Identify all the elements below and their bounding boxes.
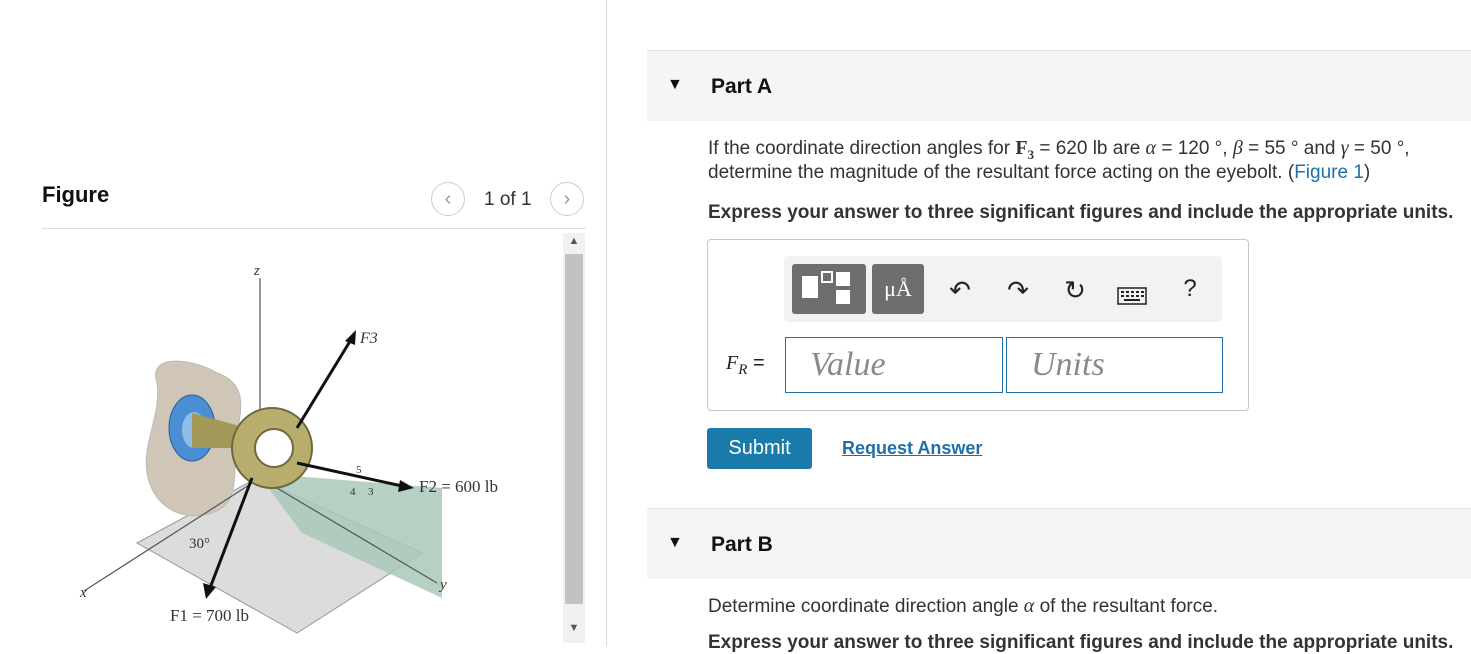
- force-symbol: F: [1015, 137, 1028, 159]
- redo-icon[interactable]: ↷: [1003, 275, 1033, 306]
- part-b-question: Determine coordinate direction angle α o…: [708, 593, 1218, 620]
- part-b-title: Part B: [711, 533, 773, 556]
- answer-label: FR =: [726, 352, 765, 379]
- y-axis-label: y: [438, 577, 447, 593]
- next-figure-button[interactable]: ›: [550, 182, 584, 216]
- alpha-symbol: α: [1023, 595, 1035, 617]
- previous-figure-button[interactable]: ‹: [431, 182, 465, 216]
- question-text: and: [1303, 138, 1336, 159]
- alpha-symbol: α: [1145, 137, 1157, 159]
- templates-button[interactable]: [792, 264, 866, 314]
- part-a-question-line2: determine the magnitude of the resultant…: [708, 160, 1370, 186]
- answer-sub: R: [738, 362, 748, 378]
- figure-divider: [42, 228, 586, 229]
- alpha-value: = 120 °,: [1161, 138, 1228, 159]
- question-text: If the coordinate direction angles for: [708, 138, 1011, 159]
- gamma-value: = 50 °,: [1353, 138, 1410, 159]
- figure-scrollbar-thumb[interactable]: [565, 254, 583, 604]
- scroll-up-icon[interactable]: ▲: [565, 235, 583, 251]
- x-axis-label: x: [79, 585, 87, 601]
- part-a-header[interactable]: ▼ Part A: [647, 50, 1471, 121]
- beta-symbol: β: [1232, 137, 1243, 159]
- templates-icon: [802, 271, 850, 304]
- angle-label: 30°: [189, 536, 210, 552]
- question-text: Determine coordinate direction angle: [708, 596, 1019, 617]
- collapse-caret-icon[interactable]: ▼: [667, 534, 683, 552]
- figure-link[interactable]: Figure 1: [1294, 162, 1364, 183]
- part-b-header[interactable]: ▼ Part B: [647, 508, 1471, 579]
- f1-label: F1 = 700 lb: [170, 606, 249, 625]
- answer-eq: =: [752, 352, 765, 374]
- reset-icon[interactable]: ↻: [1060, 275, 1090, 306]
- slope-hyp-label: 5: [356, 464, 362, 476]
- chevron-left-icon: ‹: [444, 187, 452, 210]
- request-answer-link[interactable]: Request Answer: [842, 438, 982, 459]
- question-text: of the resultant force.: [1039, 596, 1219, 617]
- slope-run-label: 4: [350, 486, 356, 498]
- units-input[interactable]: Units: [1006, 337, 1223, 393]
- keyboard-icon[interactable]: [1117, 281, 1147, 312]
- f2-label: F2 = 600 lb: [419, 477, 498, 496]
- submit-button[interactable]: Submit: [707, 428, 812, 469]
- keyboard-glyph: [1117, 287, 1147, 305]
- figure-page-indicator: 1 of 1: [484, 189, 532, 210]
- gamma-symbol: γ: [1340, 137, 1349, 159]
- slope-rise-label: 3: [368, 486, 374, 498]
- value-input[interactable]: Value: [785, 337, 1003, 393]
- part-a-instructions: Express your answer to three significant…: [708, 202, 1454, 223]
- help-button[interactable]: ?: [1175, 275, 1205, 303]
- chevron-right-icon: ›: [563, 187, 571, 210]
- f3-label: F3: [359, 330, 378, 347]
- beta-value: = 55 °: [1248, 138, 1299, 159]
- undo-icon[interactable]: ↶: [945, 275, 975, 306]
- figure-title: Figure: [42, 182, 110, 207]
- question-text: ): [1363, 162, 1371, 183]
- scroll-down-icon[interactable]: ▼: [565, 622, 583, 638]
- part-a-title: Part A: [711, 75, 773, 98]
- z-axis-label: z: [253, 263, 260, 279]
- collapse-caret-icon[interactable]: ▼: [667, 76, 683, 94]
- pane-divider: [606, 0, 607, 646]
- force-magnitude: = 620 lb: [1039, 138, 1108, 159]
- answer-var: F: [726, 352, 739, 374]
- part-b-instructions: Express your answer to three significant…: [708, 632, 1454, 653]
- question-text: determine the magnitude of the resultant…: [708, 162, 1295, 183]
- eyebolt-force-diagram: z x y F3 F2 = 600 lb F1 = 700 lb 30° 5 4…: [79, 263, 498, 634]
- question-text: are: [1112, 138, 1141, 159]
- units-button[interactable]: μÅ: [872, 264, 924, 314]
